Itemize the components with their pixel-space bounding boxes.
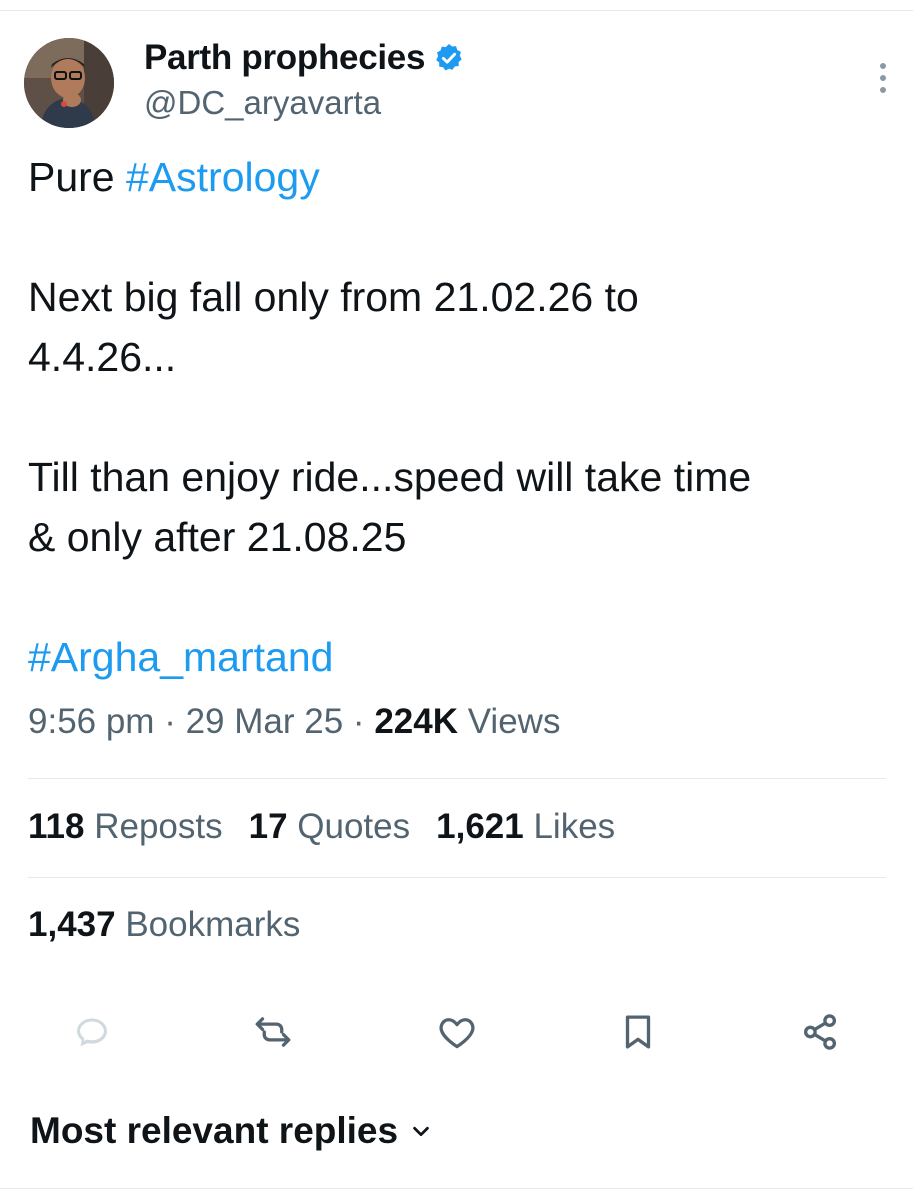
like-icon: [439, 1018, 475, 1049]
divider: [28, 778, 886, 779]
likes-label: Likes: [533, 807, 616, 846]
likes-count: 1,621: [436, 807, 524, 846]
reposts-stat[interactable]: 118 Reposts: [28, 807, 223, 846]
tweet-line-1: Pure #Astrology: [28, 147, 888, 207]
like-button[interactable]: [433, 1008, 481, 1056]
hashtag-argha-martand[interactable]: #Argha_martand: [28, 634, 333, 680]
bookmarks-label: Bookmarks: [125, 905, 301, 944]
author-handle[interactable]: @DC_aryavarta: [144, 84, 381, 122]
reposts-label: Reposts: [94, 807, 223, 846]
bottom-divider: [0, 1188, 913, 1189]
share-icon: [803, 1014, 837, 1050]
quotes-label: Quotes: [297, 807, 411, 846]
engagement-stats: 118 Reposts 17 Quotes 1,621 Likes: [28, 807, 615, 847]
reply-sort-label: Most relevant replies: [30, 1110, 399, 1151]
quotes-count: 17: [248, 807, 288, 846]
likes-stat[interactable]: 1,621 Likes: [436, 807, 615, 846]
verified-badge-icon: [436, 44, 462, 71]
reply-icon: [77, 1018, 107, 1047]
tweet-time[interactable]: 9:56 pm: [28, 702, 154, 741]
repost-icon: [255, 1017, 291, 1047]
reposts-count: 118: [28, 807, 85, 846]
share-button[interactable]: [796, 1008, 844, 1056]
reply-button[interactable]: [68, 1008, 116, 1056]
quotes-stat[interactable]: 17 Quotes: [249, 807, 411, 846]
bookmark-icon: [625, 1015, 651, 1049]
bookmarks-count: 1,437: [28, 905, 116, 944]
meta-separator: ·: [352, 702, 365, 741]
top-divider: [0, 10, 913, 11]
meta-separator: ·: [164, 702, 176, 741]
tweet-line-3: 4.4.26...: [28, 334, 177, 380]
avatar[interactable]: [24, 38, 114, 128]
chevron-down-icon: [413, 1126, 429, 1137]
tweet-line-2: Next big fall only from 21.02.26 to: [28, 274, 639, 320]
bookmarks-stat[interactable]: 1,437 Bookmarks: [28, 905, 300, 945]
divider: [28, 877, 886, 878]
tweet-line-5: & only after 21.08.25: [28, 514, 407, 560]
tweet-header: Parth prophecies @DC_aryavarta: [24, 38, 889, 130]
tweet-line-4: Till than enjoy ride...speed will take t…: [28, 454, 752, 500]
author-row: Parth prophecies: [144, 38, 465, 78]
repost-button[interactable]: [249, 1008, 297, 1056]
tweet-meta: 9:56 pm · 29 Mar 25 · 224K Views: [28, 702, 560, 742]
views-count[interactable]: 224K: [374, 702, 458, 741]
more-options-icon[interactable]: [877, 60, 889, 96]
author-name[interactable]: Parth prophecies: [144, 38, 425, 78]
hashtag-astrology[interactable]: #Astrology: [126, 154, 320, 200]
tweet-date[interactable]: 29 Mar 25: [186, 702, 344, 741]
tweet-text: Pure: [28, 154, 126, 200]
bookmark-button[interactable]: [614, 1008, 662, 1056]
tweet-line-6: #Argha_martand: [28, 627, 888, 687]
reply-sort-dropdown[interactable]: Most relevant replies: [30, 1110, 432, 1152]
views-label: Views: [467, 702, 561, 741]
